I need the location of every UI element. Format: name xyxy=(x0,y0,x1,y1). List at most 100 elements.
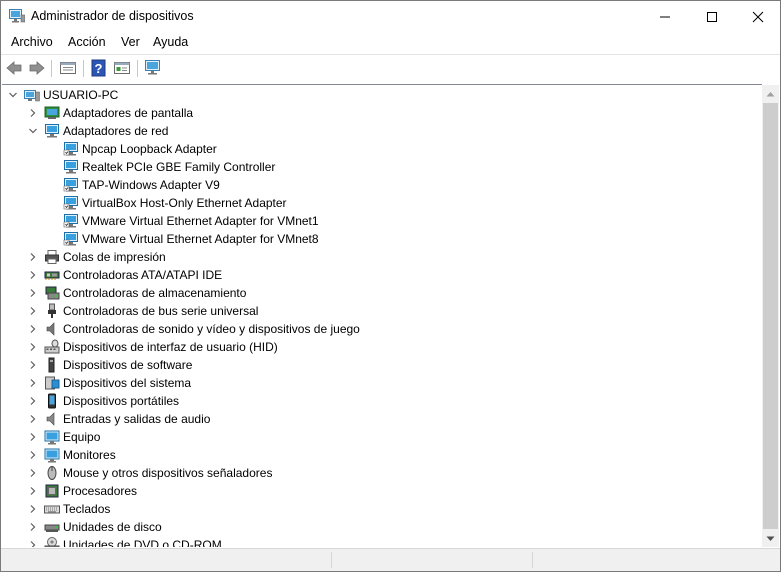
chevron-down-icon[interactable] xyxy=(26,122,40,140)
software-device-icon xyxy=(48,357,55,373)
toolbar: ? xyxy=(1,54,780,82)
tree-category[interactable]: Colas de impresión xyxy=(26,248,166,266)
title-bar[interactable]: Administrador de dispositivos xyxy=(1,1,780,32)
menu-ayuda[interactable]: Ayuda xyxy=(153,35,188,49)
scan-hardware-icon[interactable] xyxy=(144,59,162,77)
tree-category[interactable]: Adaptadores de pantalla xyxy=(26,104,193,122)
printer-icon xyxy=(45,250,59,264)
status-bar xyxy=(1,548,780,571)
computer-icon xyxy=(44,430,60,445)
chevron-right-icon[interactable] xyxy=(26,266,40,284)
chevron-right-icon[interactable] xyxy=(26,104,40,122)
scroll-up-button[interactable] xyxy=(762,85,779,102)
maximize-icon xyxy=(707,11,717,22)
chevron-right-icon[interactable] xyxy=(26,518,40,536)
chevron-right-icon[interactable] xyxy=(26,338,40,356)
tree-device[interactable]: VMware Virtual Ethernet Adapter for VMne… xyxy=(63,212,319,230)
tree-device-label: TAP-Windows Adapter V9 xyxy=(82,178,220,192)
chevron-right-icon[interactable] xyxy=(26,320,40,338)
status-cell xyxy=(1,552,332,568)
chevron-right-icon[interactable] xyxy=(26,446,40,464)
menu-archivo[interactable]: Archivo xyxy=(11,35,53,49)
tree-category[interactable]: Teclados xyxy=(26,500,110,518)
tree-device[interactable]: Realtek PCIe GBE Family Controller xyxy=(63,158,275,176)
tree-category-label: Controladoras ATA/ATAPI IDE xyxy=(63,268,223,282)
chevron-right-icon[interactable] xyxy=(26,536,40,547)
close-icon xyxy=(752,11,764,22)
tree-root[interactable]: USUARIO-PC xyxy=(6,86,118,104)
tree-category-label: Dispositivos portátiles xyxy=(63,394,180,408)
tree-category[interactable]: Entradas y salidas de audio xyxy=(26,410,210,428)
tree-category[interactable]: Controladoras de almacenamiento xyxy=(26,284,246,302)
tree-category-label: Mouse y otros dispositivos señaladores xyxy=(63,466,273,480)
usb-icon xyxy=(48,303,56,318)
tree-category[interactable]: Controladoras ATA/ATAPI IDE xyxy=(26,266,222,284)
menu-ver[interactable]: Ver xyxy=(121,35,140,49)
tree-category[interactable]: Unidades de DVD o CD-ROM xyxy=(26,536,222,547)
properties-icon[interactable] xyxy=(59,59,77,77)
scroll-thumb[interactable] xyxy=(763,103,778,529)
svg-text:?: ? xyxy=(95,61,103,76)
tree-category[interactable]: Controladoras de bus serie universal xyxy=(26,302,258,320)
chevron-up-icon xyxy=(766,91,775,96)
device-manager-window: Administrador de dispositivos Archivo Ac… xyxy=(0,0,781,572)
scroll-down-button[interactable] xyxy=(762,530,779,547)
chevron-right-icon[interactable] xyxy=(26,356,40,374)
tree-category[interactable]: Adaptadores de red xyxy=(26,122,168,140)
chevron-right-icon[interactable] xyxy=(26,428,40,446)
window-title: Administrador de dispositivos xyxy=(31,9,194,23)
chevron-right-icon[interactable] xyxy=(26,248,40,266)
monitor-icon xyxy=(44,448,60,463)
chevron-right-icon[interactable] xyxy=(26,482,40,500)
hid-icon xyxy=(44,339,60,354)
tree-device[interactable]: VirtualBox Host-Only Ethernet Adapter xyxy=(63,194,287,212)
tree-category-label: Adaptadores de red xyxy=(63,124,169,138)
tree-device[interactable]: Npcap Loopback Adapter xyxy=(63,140,217,158)
disk-drive-icon xyxy=(44,524,60,532)
tree-device-label: VirtualBox Host-Only Ethernet Adapter xyxy=(82,196,287,210)
help-icon[interactable]: ? xyxy=(90,59,108,77)
toolbar-separator xyxy=(137,60,138,77)
chevron-right-icon[interactable] xyxy=(26,392,40,410)
tree-category[interactable]: Controladoras de sonido y vídeo y dispos… xyxy=(26,320,360,338)
tree-category[interactable]: Equipo xyxy=(26,428,100,446)
tree-category[interactable]: Procesadores xyxy=(26,482,137,500)
chevron-right-icon[interactable] xyxy=(26,302,40,320)
chevron-right-icon[interactable] xyxy=(26,410,40,428)
mouse-icon xyxy=(47,466,57,480)
chevron-right-icon[interactable] xyxy=(26,464,40,482)
chevron-right-icon[interactable] xyxy=(26,500,40,518)
tree-category[interactable]: Dispositivos portátiles xyxy=(26,392,179,410)
tree-device[interactable]: VMware Virtual Ethernet Adapter for VMne… xyxy=(63,230,319,248)
chevron-down-icon[interactable] xyxy=(6,86,20,104)
tree-category[interactable]: Unidades de disco xyxy=(26,518,162,536)
network-adapter-icon xyxy=(63,196,78,210)
close-button[interactable] xyxy=(735,1,780,32)
vertical-scrollbar[interactable] xyxy=(762,85,779,547)
tree-category-label: Controladoras de almacenamiento xyxy=(63,286,247,300)
back-arrow-icon[interactable] xyxy=(5,59,23,77)
chevron-right-icon[interactable] xyxy=(26,374,40,392)
system-device-icon xyxy=(45,376,60,390)
tree-category[interactable]: Monitores xyxy=(26,446,116,464)
maximize-button[interactable] xyxy=(689,1,735,32)
view-icon[interactable] xyxy=(113,59,131,77)
chevron-right-icon[interactable] xyxy=(26,284,40,302)
tree-category[interactable]: Dispositivos de interfaz de usuario (HID… xyxy=(26,338,278,356)
tree-root-label: USUARIO-PC xyxy=(43,88,119,102)
tree-category-label: Unidades de disco xyxy=(63,520,162,534)
tree-category[interactable]: Dispositivos del sistema xyxy=(26,374,191,392)
tree-category[interactable]: Dispositivos de software xyxy=(26,356,192,374)
display-adapter-icon xyxy=(44,106,60,119)
menu-accion[interactable]: Acción xyxy=(68,35,106,49)
tree-category-label: Procesadores xyxy=(63,484,138,498)
toolbar-separator xyxy=(51,60,52,77)
minimize-button[interactable] xyxy=(642,1,688,32)
tree-category[interactable]: Mouse y otros dispositivos señaladores xyxy=(26,464,272,482)
forward-arrow-icon[interactable] xyxy=(28,59,46,77)
network-adapter-icon xyxy=(63,232,78,246)
portable-device-icon xyxy=(48,393,56,409)
tree-device[interactable]: TAP-Windows Adapter V9 xyxy=(63,176,220,194)
keyboard-icon xyxy=(44,505,60,514)
status-cell xyxy=(332,552,533,568)
